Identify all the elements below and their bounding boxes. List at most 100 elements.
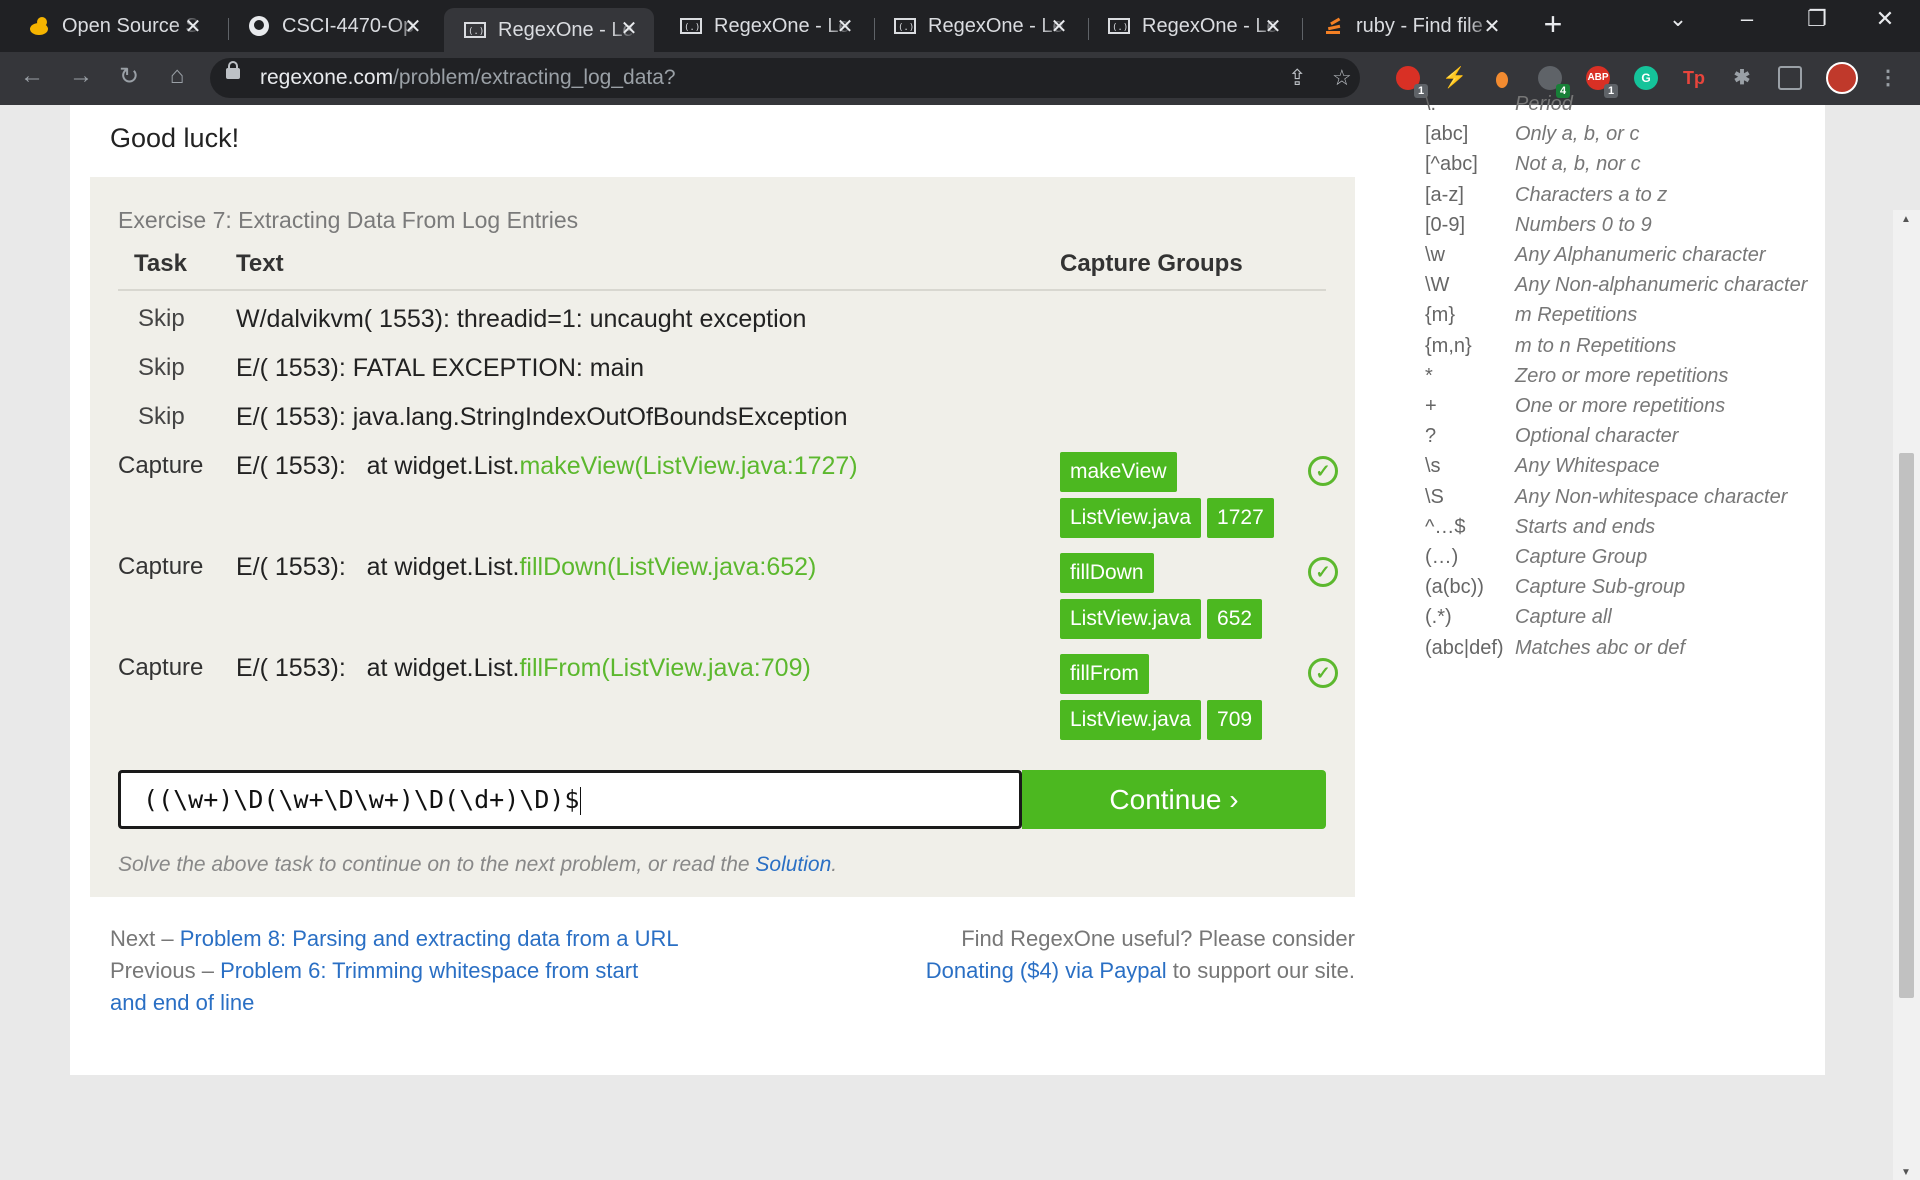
capture-group-chip: 709 [1207, 700, 1263, 740]
cheatsheet-symbol: (abc|def) [1425, 636, 1504, 659]
cheatsheet-symbol: (a(bc)) [1425, 576, 1484, 599]
svg-text:(.): (.) [684, 23, 700, 33]
duck-icon [28, 15, 50, 37]
browser-tab-active[interactable]: (.) RegexOne - Le ✕ [444, 8, 654, 52]
row-text: E/( 1553): at widget.List.fillFrom(ListV… [236, 654, 811, 682]
home-icon[interactable]: ⌂ [160, 62, 194, 90]
browser-tab[interactable]: (.) RegexOne - Le ✕ [874, 6, 1084, 46]
svg-text:(.): (.) [898, 23, 914, 33]
cheatsheet-description: Capture Group [1515, 546, 1648, 568]
side-panel-icon[interactable] [1778, 66, 1802, 90]
capture-groups: fillFrom [1060, 654, 1149, 694]
tab-title: RegexOne - Le [928, 14, 1064, 37]
capture-group-chip: ListView.java [1060, 700, 1202, 740]
lock-icon[interactable] [226, 61, 240, 79]
next-problem-link[interactable]: Problem 8: Parsing and extracting data f… [180, 926, 679, 951]
grammarly-icon[interactable]: G [1634, 66, 1658, 90]
browser-tab[interactable]: Open Source S ✕ [8, 6, 218, 46]
github-icon [248, 15, 270, 37]
good-luck-text: Good luck! [110, 123, 240, 153]
cheatsheet-symbol: [0-9] [1425, 213, 1466, 236]
page-scrollbar[interactable]: ▲ ▼ [1893, 210, 1920, 1180]
cheatsheet-symbol: \w [1425, 244, 1445, 266]
row-text: E/( 1553): at widget.List.fillDown(ListV… [236, 553, 817, 581]
cheatsheet-description: Characters a to z [1515, 183, 1668, 206]
regex-input[interactable]: ((\w+)\D(\w+\D\w+)\D(\d+)\D)$ [118, 770, 1022, 829]
continue-button[interactable]: Continue › [1022, 770, 1326, 829]
adblock-plus-icon[interactable]: ABP 1 [1586, 66, 1618, 98]
address-bar[interactable]: regexone.com/problem/extracting_log_data… [210, 58, 1360, 98]
tab-search-icon[interactable]: ⌄ [1658, 6, 1698, 32]
donate-link[interactable]: Donating ($4) via Paypal [926, 958, 1167, 983]
close-tab-icon[interactable]: ✕ [402, 14, 424, 39]
close-tab-icon[interactable]: ✕ [182, 14, 204, 39]
row-text: E/( 1553): java.lang.StringIndexOutOfBou… [236, 403, 848, 431]
browser-tab[interactable]: ruby - Find file ✕ [1302, 6, 1517, 46]
cheatsheet-description: Capture Sub-group [1515, 576, 1686, 599]
close-tab-icon[interactable]: ✕ [1481, 14, 1503, 39]
close-tab-icon[interactable]: ✕ [834, 14, 856, 39]
cheatsheet-description: Period [1515, 93, 1573, 115]
browser-tab[interactable]: CSCI-4470-Op ✕ [228, 6, 438, 46]
close-tab-icon[interactable]: ✕ [1048, 14, 1070, 39]
scroll-up-icon[interactable]: ▲ [1901, 214, 1911, 225]
cheatsheet-symbol: [^abc] [1425, 153, 1478, 176]
cheatsheet-symbol: {m} [1425, 304, 1456, 327]
row-text: E/( 1553): FATAL EXCEPTION: main [236, 354, 644, 382]
forward-icon[interactable]: → [64, 62, 98, 90]
cheatsheet-symbol: * [1425, 364, 1433, 387]
browser-tab[interactable]: (.) RegexOne - Le ✕ [660, 6, 870, 46]
cheatsheet-symbol: ? [1425, 425, 1437, 448]
reload-icon[interactable]: ↻ [112, 62, 146, 91]
problem-navigation: Next – Problem 8: Parsing and extracting… [110, 926, 679, 1015]
capture-group-chip: fillFrom [1060, 654, 1149, 694]
capture-groups: ListView.java 709 [1060, 700, 1263, 740]
scrollbar-thumb[interactable] [1899, 453, 1914, 998]
extensions-puzzle-icon[interactable]: ✱ [1730, 66, 1754, 90]
capture-group-chip: ListView.java [1060, 498, 1202, 538]
extension-bolt-icon[interactable]: ⚡ [1442, 66, 1467, 90]
capture-group-chip: makeView [1060, 452, 1177, 492]
tab-title: RegexOne - Le [498, 18, 634, 41]
menu-kebab-icon[interactable]: ⋮ [1876, 66, 1900, 90]
header-task: Task [134, 250, 187, 277]
close-tab-icon[interactable]: ✕ [1262, 14, 1284, 39]
checkmark-icon: ✓ [1308, 658, 1338, 688]
task-label: Capture [118, 654, 204, 681]
tab-strip: Open Source S ✕ CSCI-4470-Op ✕ (.) Regex… [0, 0, 1920, 52]
capture-groups: ListView.java 652 [1060, 599, 1263, 639]
restore-icon[interactable]: ❐ [1797, 6, 1837, 32]
header-text: Text [236, 250, 284, 277]
close-tab-icon[interactable]: ✕ [618, 16, 640, 41]
extension-doc-icon[interactable]: 4 [1538, 66, 1570, 98]
capture-groups: ListView.java 1727 [1060, 498, 1274, 538]
checkmark-icon: ✓ [1308, 557, 1338, 587]
bookmark-star-icon[interactable]: ☆ [1332, 65, 1352, 91]
new-tab-icon[interactable]: + [1533, 6, 1573, 43]
capture-group-chip: ListView.java [1060, 599, 1202, 639]
extension-tp-icon[interactable]: Tp [1682, 66, 1706, 90]
regexone-icon: (.) [894, 15, 916, 37]
scroll-down-icon[interactable]: ▼ [1901, 1167, 1911, 1178]
share-icon[interactable]: ⇪ [1288, 65, 1306, 91]
capture-groups: makeView [1060, 452, 1177, 492]
cheatsheet-symbol: \. [1425, 93, 1437, 115]
solution-link[interactable]: Solution [755, 853, 831, 876]
cheatsheet-description: Starts and ends [1515, 515, 1656, 538]
page-viewport: Good luck! Exercise 7: Extracting Data F… [0, 93, 1920, 1180]
tab-title: CSCI-4470-Op [282, 14, 415, 37]
back-icon[interactable]: ← [15, 62, 49, 90]
url-text[interactable]: regexone.com/problem/extracting_log_data… [260, 66, 676, 90]
cheatsheet-description: Any Non-whitespace character [1515, 485, 1788, 508]
browser-tab[interactable]: (.) RegexOne - Le ✕ [1088, 6, 1298, 46]
minimize-icon[interactable]: – [1727, 6, 1767, 32]
exercise-panel: Exercise 7: Extracting Data From Log Ent… [90, 177, 1355, 897]
close-window-icon[interactable]: ✕ [1865, 6, 1905, 32]
header-capture-groups: Capture Groups [1060, 250, 1243, 277]
extension-shield-icon[interactable]: 1 [1396, 66, 1428, 98]
extension-drop-icon[interactable] [1490, 66, 1514, 90]
regexone-icon: (.) [1108, 15, 1130, 37]
cheatsheet-symbol: \s [1425, 455, 1441, 478]
regexone-icon: (.) [680, 15, 702, 37]
profile-avatar[interactable] [1826, 62, 1858, 94]
